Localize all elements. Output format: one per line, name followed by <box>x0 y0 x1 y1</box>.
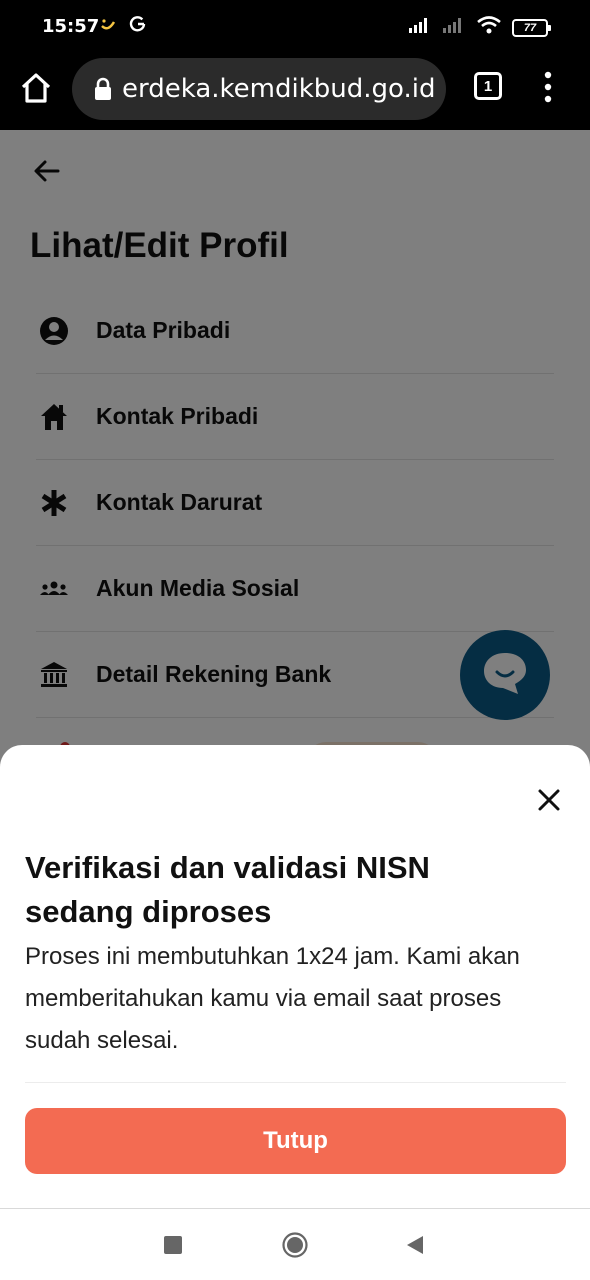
bottom-sheet-dialog: Verifikasi dan validasi NISN sedang dipr… <box>0 745 590 1208</box>
status-time: 15:57 <box>42 16 100 37</box>
sheet-title: Verifikasi dan validasi NISN sedang dipr… <box>25 850 430 929</box>
notification-icon <box>98 14 118 39</box>
status-bar: 15:57 77 <box>0 0 590 52</box>
home-circle-icon[interactable] <box>282 1232 308 1258</box>
nav-back-icon[interactable] <box>405 1234 425 1256</box>
battery-indicator: 77 <box>512 18 551 37</box>
tutup-button[interactable]: Tutup <box>25 1108 566 1174</box>
sheet-message: Proses ini membutuhkan 1x24 jam. Kami ak… <box>25 943 520 1054</box>
battery-level: 77 <box>523 21 537 34</box>
address-bar[interactable]: erdeka.kemdikbud.go.id <box>72 58 446 120</box>
wifi-icon <box>476 15 502 40</box>
url-text: erdeka.kemdikbud.go.id <box>122 74 436 104</box>
signal-icon <box>408 16 432 39</box>
close-icon[interactable] <box>536 787 562 813</box>
signal-weak-icon <box>442 16 466 39</box>
status-system-icons: 77 <box>408 15 551 40</box>
browser-toolbar: erdeka.kemdikbud.go.id 1 <box>0 52 590 130</box>
system-navigation-bar <box>0 1208 590 1280</box>
google-icon <box>128 14 148 39</box>
more-menu-icon[interactable] <box>538 70 558 104</box>
lock-icon <box>92 77 114 101</box>
tab-count: 1 <box>483 77 493 95</box>
home-icon[interactable] <box>18 70 54 106</box>
status-notification-icons <box>98 14 148 39</box>
recents-icon[interactable] <box>164 1236 182 1254</box>
divider <box>25 1082 566 1083</box>
tab-switcher-button[interactable]: 1 <box>474 72 502 100</box>
